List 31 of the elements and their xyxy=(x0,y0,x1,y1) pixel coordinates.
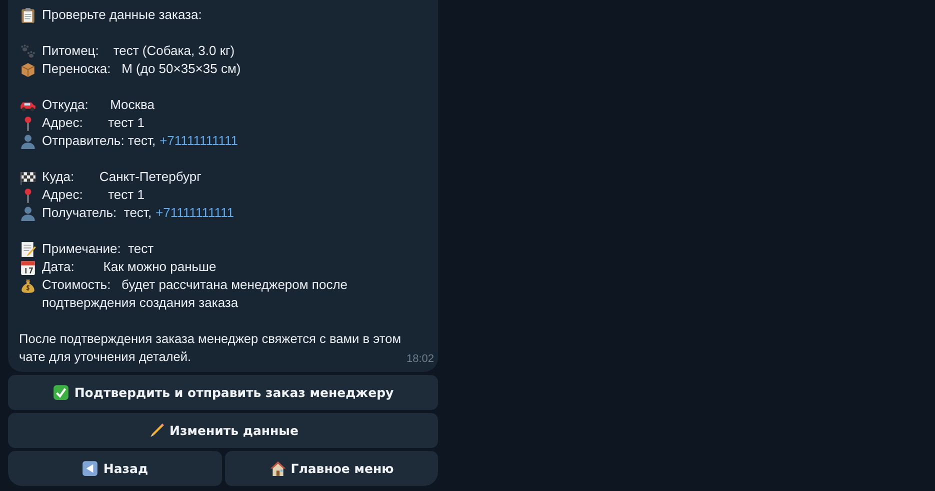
calendar-icon xyxy=(19,259,37,276)
message-text: Куда: Санкт-Петербург xyxy=(42,168,202,186)
phone-link[interactable]: +71111111111 xyxy=(160,132,238,150)
money-bag-icon xyxy=(19,277,37,294)
keyboard-button[interactable]: Назад xyxy=(8,451,222,486)
paw-prints-icon xyxy=(19,43,37,60)
box-icon xyxy=(19,61,37,78)
message-text: Дата: Как можно раньше xyxy=(42,258,216,276)
message-text: Проверьте данные заказа: xyxy=(42,6,202,24)
message-text: Питомец: тест (Собака, 3.0 кг) xyxy=(42,42,235,60)
message-text: Отправитель: тест, xyxy=(42,132,156,150)
message-text: Получатель: тест, xyxy=(42,204,152,222)
phone-link[interactable]: +71111111111 xyxy=(156,204,234,222)
message-text: Переноска: M (до 50×35×35 см) xyxy=(42,60,241,78)
person-icon xyxy=(19,133,37,150)
message-text: Примечание: тест xyxy=(42,240,154,258)
clipboard-icon xyxy=(19,7,37,24)
memo-icon xyxy=(19,241,37,258)
keyboard-button[interactable]: Изменить данные xyxy=(8,413,438,448)
keyboard-button[interactable]: Главное меню xyxy=(224,451,438,486)
message-text: Стоимость: будет рассчитана менеджером после подтверждения создания заказа xyxy=(42,276,349,312)
checkered-flag-icon xyxy=(19,169,37,186)
message-text: Откуда: Москва xyxy=(42,96,154,114)
house-icon xyxy=(268,460,287,477)
person-icon xyxy=(19,205,37,222)
message-text: Адрес: тест 1 xyxy=(42,186,144,204)
pencil-icon xyxy=(148,422,166,439)
message-time: 18:02 xyxy=(406,352,434,366)
keyboard-button[interactable]: Подтвердить и отправить заказ менеджеру xyxy=(8,375,438,410)
message-text: Адрес: тест 1 xyxy=(42,114,144,132)
check-icon xyxy=(52,384,70,401)
